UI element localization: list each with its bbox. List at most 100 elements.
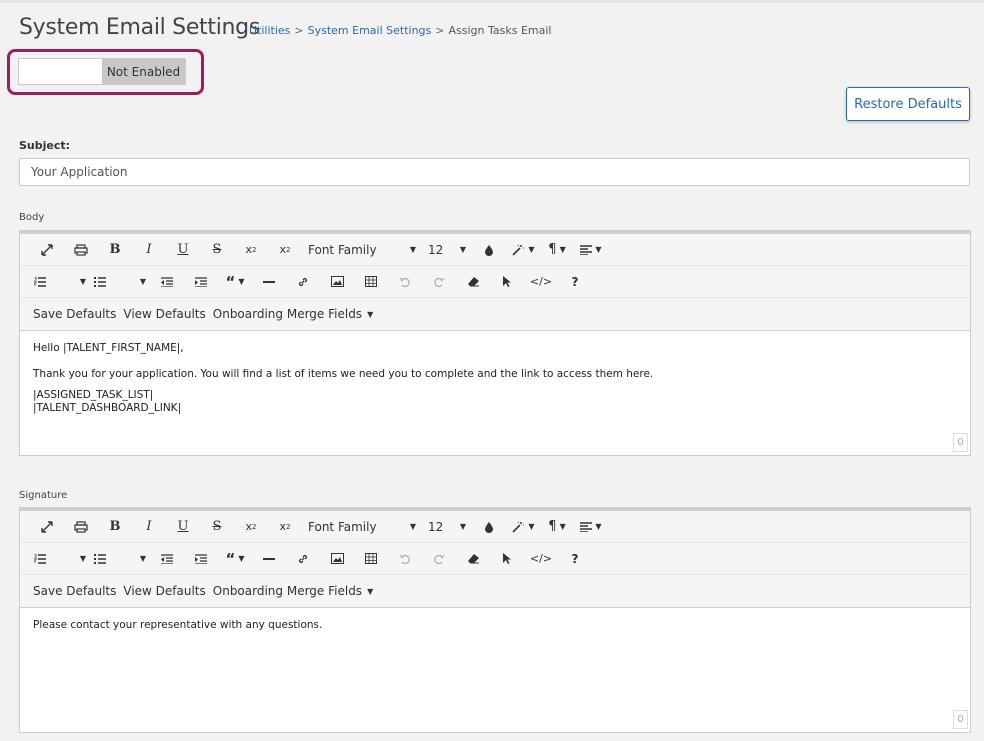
signature-editor: B I U S x2 x2 Font Family ▼ 12 ▼ ▼ ¶ ▼ ▼ ▼ …	[19, 507, 971, 733]
font-size-dropdown[interactable]: 12 ▼	[422, 238, 472, 262]
superscript-icon[interactable]: x2	[268, 515, 302, 539]
help-icon[interactable]: ?	[558, 547, 592, 571]
eraser-icon[interactable]	[456, 547, 490, 571]
font-family-dropdown[interactable]: Font Family ▼	[302, 515, 422, 539]
magic-wand-icon[interactable]: ▼	[506, 515, 540, 539]
redo-icon[interactable]	[422, 270, 456, 294]
subject-input[interactable]: Your Application	[19, 158, 970, 186]
breadcrumb-separator: >	[435, 24, 445, 37]
align-icon[interactable]: ▼	[574, 238, 608, 262]
link-icon[interactable]	[286, 547, 320, 571]
chevron-down-icon: ▼	[139, 554, 146, 563]
help-icon[interactable]: ?	[558, 270, 592, 294]
outdent-icon[interactable]	[150, 547, 184, 571]
print-icon[interactable]	[64, 515, 98, 539]
font-family-label: Font Family	[308, 519, 377, 534]
body-editor: B I U S x2 x2 Font Family ▼ 12 ▼ ▼ ¶ ▼ ▼ ▼ …	[19, 230, 971, 456]
paragraph-icon[interactable]: ¶ ▼	[540, 515, 574, 539]
signature-content-area[interactable]: Please contact your representative with …	[20, 608, 970, 732]
subscript-icon[interactable]: x2	[234, 238, 268, 262]
unordered-list-icon[interactable]: ▼	[90, 270, 150, 294]
print-icon[interactable]	[64, 238, 98, 262]
toggle-state-label: Not Enabled	[102, 59, 185, 84]
redo-icon[interactable]	[422, 547, 456, 571]
quote-icon[interactable]: “▼	[218, 270, 252, 294]
color-icon[interactable]	[472, 515, 506, 539]
merge-fields-dropdown[interactable]: Onboarding Merge Fields ▼	[213, 584, 373, 598]
indent-icon[interactable]	[184, 547, 218, 571]
bold-icon[interactable]: B	[98, 515, 132, 539]
indent-icon[interactable]	[184, 270, 218, 294]
toolbar-menu-row: Save Defaults View Defaults Onboarding M…	[20, 298, 970, 331]
body-content-area[interactable]: Hello |TALENT_FIRST_NAME|, Thank you for…	[20, 331, 970, 455]
subject-label: Subject:	[19, 139, 71, 152]
outdent-icon[interactable]	[150, 270, 184, 294]
paragraph-icon[interactable]: ¶ ▼	[540, 238, 574, 262]
table-icon[interactable]	[354, 270, 388, 294]
chevron-down-icon: ▼	[459, 522, 466, 531]
fullscreen-icon[interactable]	[30, 515, 64, 539]
underline-icon[interactable]: U	[166, 515, 200, 539]
table-icon[interactable]	[354, 547, 388, 571]
toolbar-row-2: ▼ ▼ “▼ </> ?	[20, 266, 970, 298]
superscript-icon[interactable]: x2	[268, 238, 302, 262]
italic-icon[interactable]: I	[132, 238, 166, 262]
toolbar-row-1: B I U S x2 x2 Font Family ▼ 12 ▼ ▼ ¶ ▼ ▼	[20, 234, 970, 266]
align-icon[interactable]: ▼	[574, 515, 608, 539]
unordered-list-icon[interactable]: ▼	[90, 547, 150, 571]
chevron-down-icon: ▼	[459, 245, 466, 254]
ordered-list-icon[interactable]: ▼	[30, 270, 90, 294]
font-size-label: 12	[428, 242, 444, 257]
chevron-down-icon: ▼	[409, 245, 416, 254]
enable-toggle[interactable]: Not Enabled	[18, 58, 186, 85]
top-border	[0, 0, 984, 3]
subscript-icon[interactable]: x2	[234, 515, 268, 539]
code-view-icon[interactable]: </>	[524, 547, 558, 571]
eraser-icon[interactable]	[456, 270, 490, 294]
chevron-down-icon: ▼	[528, 245, 535, 254]
color-icon[interactable]	[472, 238, 506, 262]
strikethrough-icon[interactable]: S	[200, 238, 234, 262]
view-defaults-button[interactable]: View Defaults	[123, 307, 205, 321]
magic-wand-icon[interactable]: ▼	[506, 238, 540, 262]
toolbar-row-1: B I U S x2 x2 Font Family ▼ 12 ▼ ▼ ¶ ▼ ▼	[20, 511, 970, 543]
page-title: System Email Settings	[19, 15, 260, 40]
toolbar-row-2: ▼ ▼ “▼ </> ?	[20, 543, 970, 575]
save-defaults-button[interactable]: Save Defaults	[33, 307, 116, 321]
ordered-list-icon[interactable]: ▼	[30, 547, 90, 571]
pointer-icon[interactable]	[490, 547, 524, 571]
code-view-icon[interactable]: </>	[524, 270, 558, 294]
merge-fields-dropdown[interactable]: Onboarding Merge Fields ▼	[213, 307, 373, 321]
strikethrough-icon[interactable]: S	[200, 515, 234, 539]
undo-icon[interactable]	[388, 547, 422, 571]
quote-icon[interactable]: “▼	[218, 547, 252, 571]
chevron-down-icon: ▼	[79, 277, 86, 286]
restore-defaults-button[interactable]: Restore Defaults	[846, 87, 970, 121]
undo-icon[interactable]	[388, 270, 422, 294]
bold-icon[interactable]: B	[98, 238, 132, 262]
italic-icon[interactable]: I	[132, 515, 166, 539]
toolbar-menu-row: Save Defaults View Defaults Onboarding M…	[20, 575, 970, 608]
font-family-label: Font Family	[308, 242, 377, 257]
breadcrumb-system-email-settings[interactable]: System Email Settings	[308, 24, 432, 37]
image-icon[interactable]	[320, 270, 354, 294]
view-defaults-button[interactable]: View Defaults	[123, 584, 205, 598]
breadcrumb-current: Assign Tasks Email	[448, 24, 552, 37]
toggle-knob[interactable]	[19, 59, 102, 84]
body-line: Hello |TALENT_FIRST_NAME|,	[33, 342, 184, 354]
merge-fields-label: Onboarding Merge Fields	[212, 584, 363, 598]
font-size-dropdown[interactable]: 12 ▼	[422, 515, 472, 539]
merge-fields-label: Onboarding Merge Fields	[212, 307, 363, 321]
breadcrumb-utilities[interactable]: Utilities	[249, 24, 290, 37]
link-icon[interactable]	[286, 270, 320, 294]
save-defaults-button[interactable]: Save Defaults	[33, 584, 116, 598]
pointer-icon[interactable]	[490, 270, 524, 294]
signature-label: Signature	[19, 490, 68, 501]
font-family-dropdown[interactable]: Font Family ▼	[302, 238, 422, 262]
body-line: Thank you for your application. You will…	[33, 368, 654, 380]
image-icon[interactable]	[320, 547, 354, 571]
fullscreen-icon[interactable]	[30, 238, 64, 262]
underline-icon[interactable]: U	[166, 238, 200, 262]
horizontal-rule-icon[interactable]	[252, 547, 286, 571]
horizontal-rule-icon[interactable]	[252, 270, 286, 294]
